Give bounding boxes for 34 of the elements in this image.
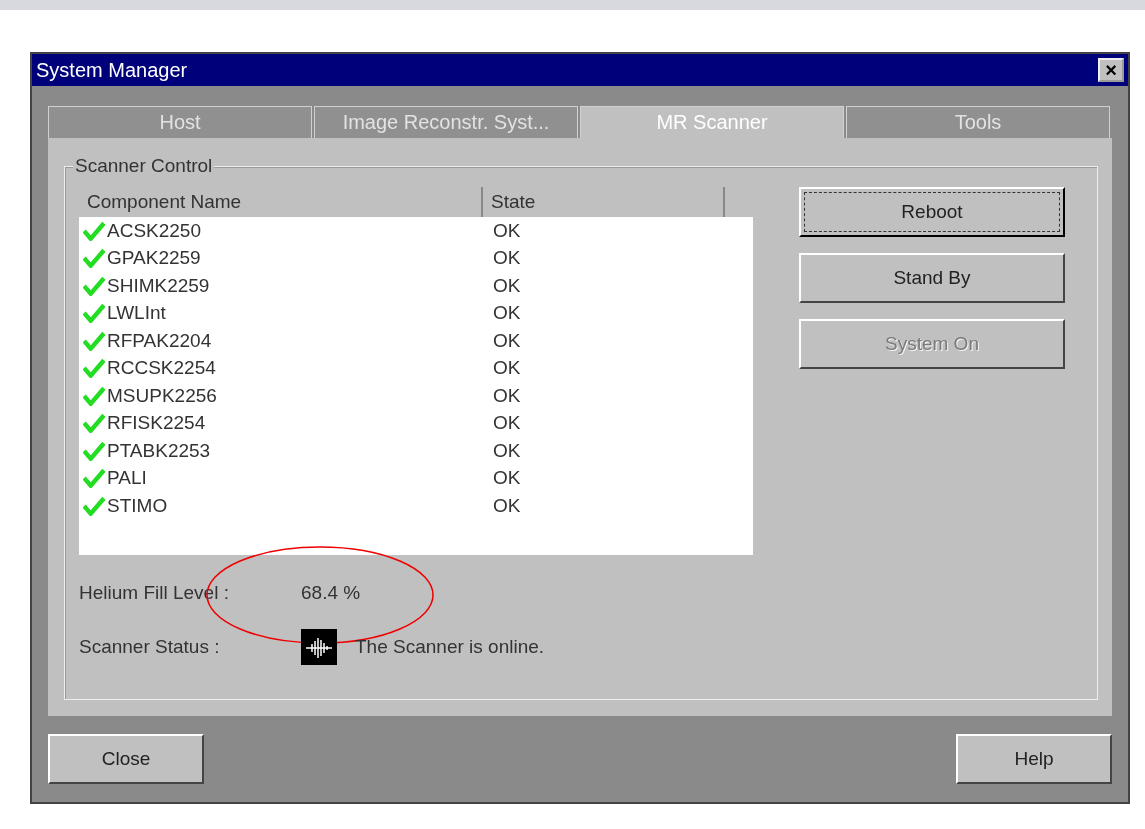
table-cell: OK [493, 247, 521, 270]
table-cell: GPAK2259 [107, 247, 201, 270]
status-text: The Scanner is online. [355, 636, 545, 658]
table-cell: LWLInt [107, 302, 166, 325]
action-button[interactable]: Reboot [799, 187, 1065, 237]
table-cell: PALI [107, 467, 147, 490]
column-header[interactable]: State [483, 187, 725, 217]
table-cell: OK [493, 357, 521, 380]
table-cell: OK [493, 329, 521, 352]
table-cell: MSUPK2256 [107, 384, 217, 407]
table-cell: OK [493, 494, 521, 517]
status-label: Scanner Status : [79, 636, 221, 658]
table-cell: RFPAK2204 [107, 329, 212, 352]
column-header[interactable]: Component Name [79, 187, 483, 217]
table-cell: OK [493, 439, 521, 462]
table-cell: OK [493, 384, 521, 407]
table-cell: OK [493, 467, 521, 490]
table-cell: STIMO [107, 494, 168, 517]
action-button[interactable]: Stand By [799, 253, 1065, 303]
table-cell: ACSK2250 [107, 219, 201, 242]
table-cell: RFISK2254 [107, 412, 206, 435]
signal-wave-icon [301, 629, 337, 665]
table-cell: SHIMK2259 [107, 274, 210, 297]
help-button[interactable]: Help [956, 734, 1112, 784]
table-cell: OK [493, 274, 521, 297]
helium-value: 68.4 % [301, 582, 361, 604]
window-title: System Manager [36, 58, 188, 82]
close-button[interactable]: × [1098, 58, 1124, 82]
table-cell: OK [493, 412, 521, 435]
close-dialog-button[interactable]: Close [48, 734, 204, 784]
table-cell: OK [493, 219, 521, 242]
table-cell: OK [493, 302, 521, 325]
table-cell: RCCSK2254 [107, 357, 216, 380]
table-cell: PTABK2253 [107, 439, 211, 462]
